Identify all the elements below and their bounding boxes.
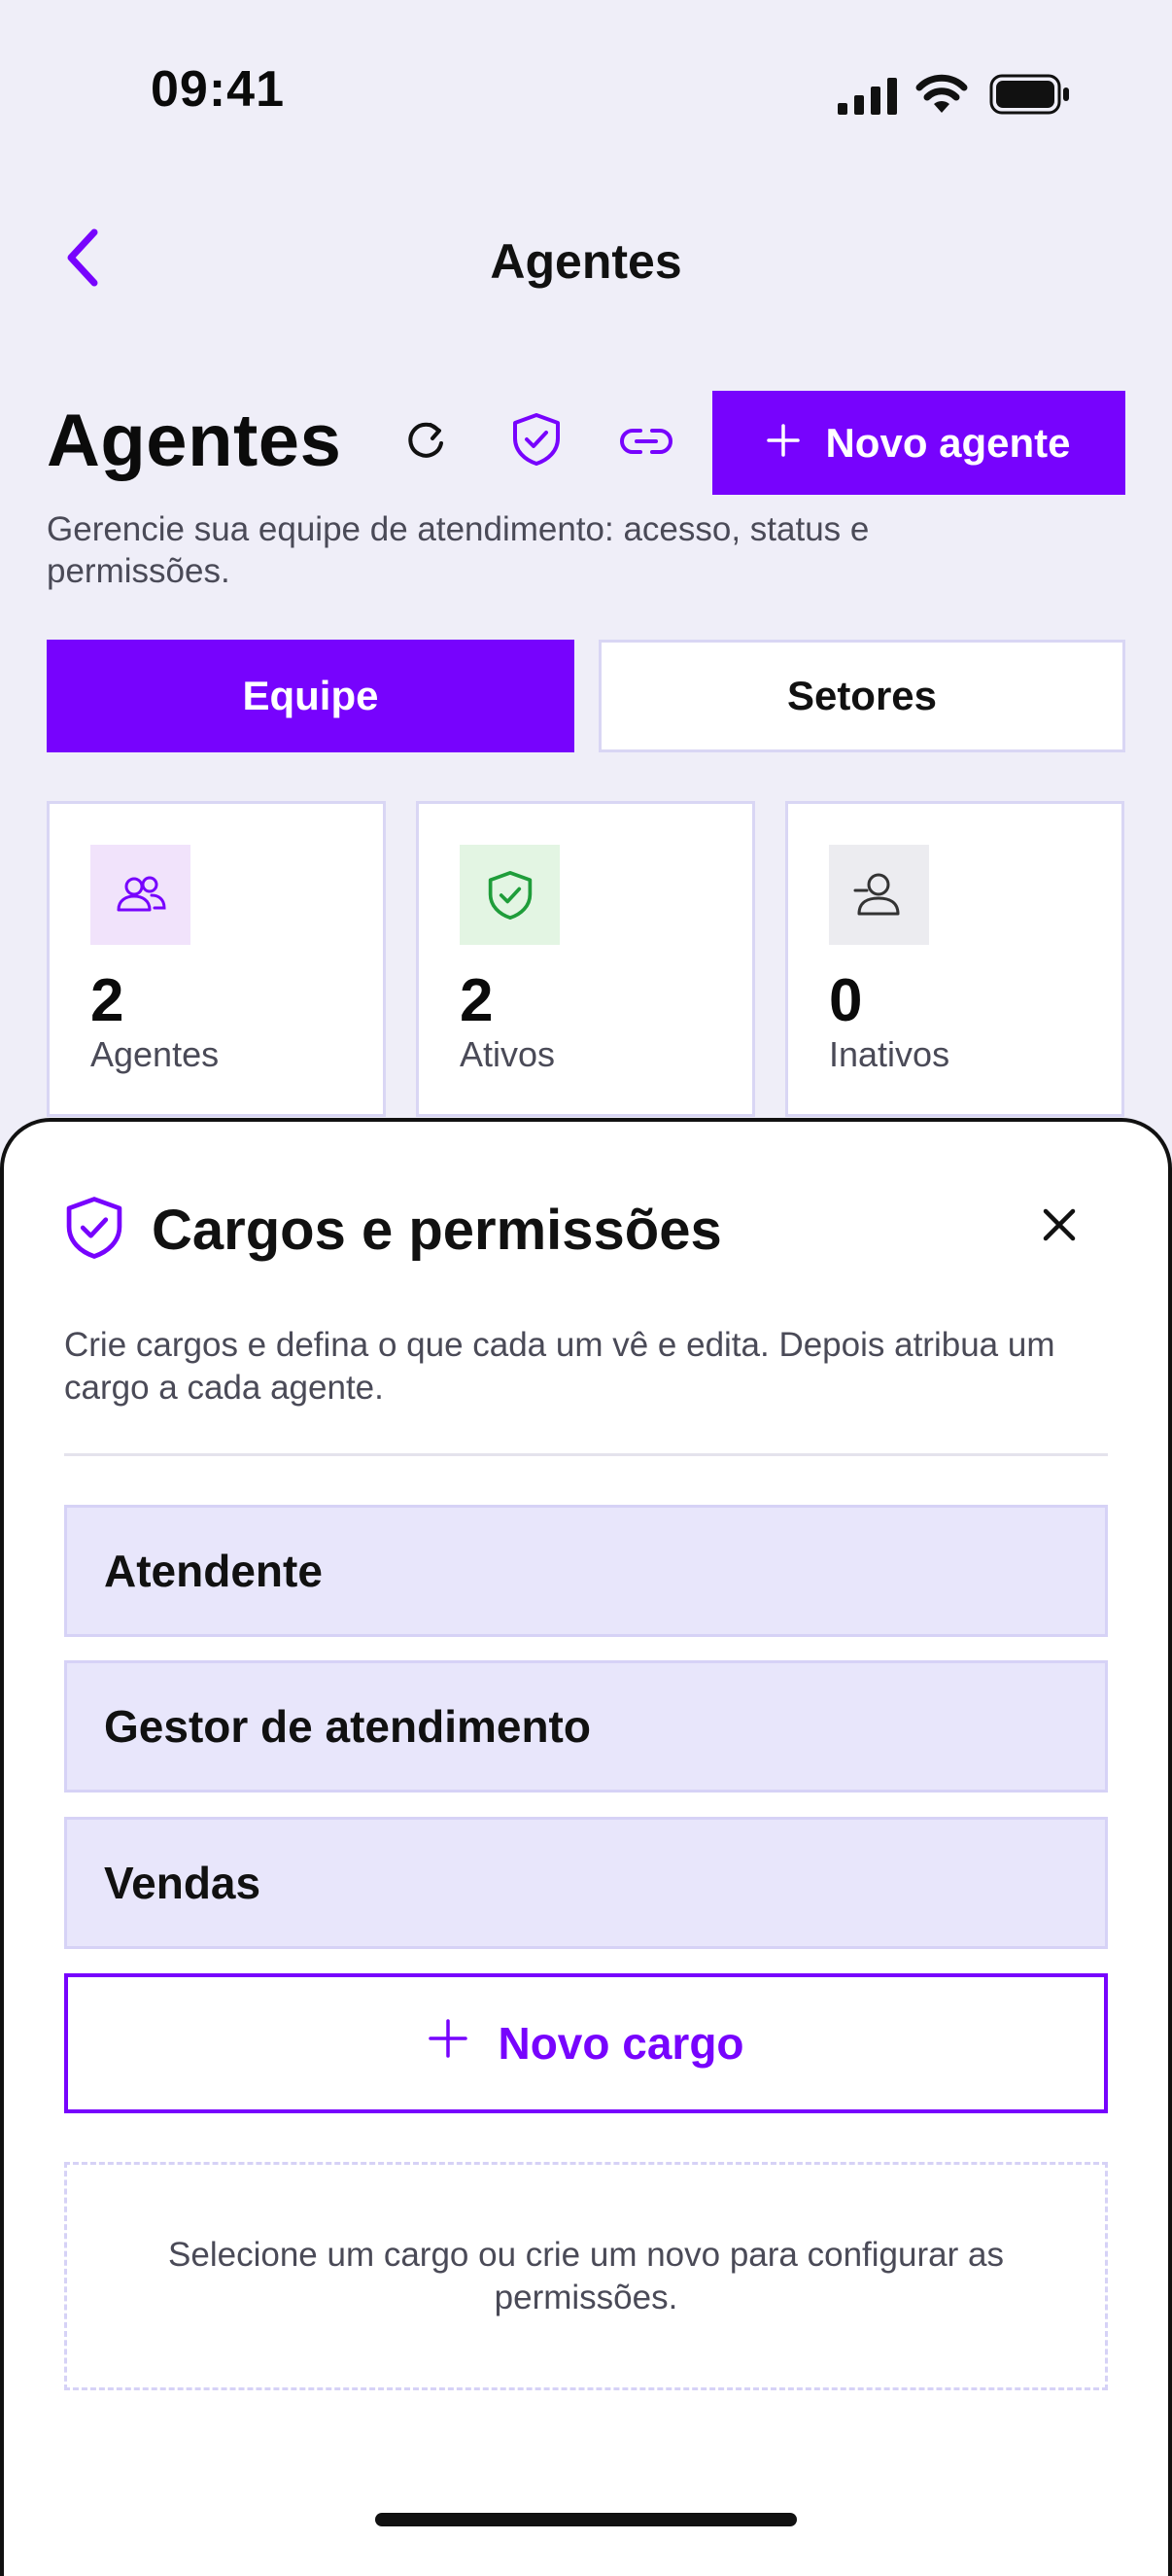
- home-indicator: [375, 2513, 797, 2526]
- shield-check-icon: [460, 845, 560, 945]
- new-role-label: Novo cargo: [498, 2018, 744, 2069]
- role-item-gestor[interactable]: Gestor de atendimento: [64, 1660, 1108, 1793]
- new-agent-button[interactable]: Novo agente: [712, 391, 1125, 495]
- refresh-icon: [401, 417, 450, 470]
- plus-icon: [767, 420, 801, 467]
- wifi-icon: [915, 74, 968, 115]
- users-icon: [90, 845, 190, 945]
- tab-setores[interactable]: Setores: [599, 640, 1125, 752]
- plus-icon: [428, 2017, 468, 2070]
- stat-value: 2: [90, 967, 124, 1034]
- stat-label: Ativos: [460, 1034, 556, 1074]
- empty-state-message: Selecione um cargo ou crie um novo para …: [64, 2162, 1108, 2390]
- shield-check-icon: [510, 412, 563, 471]
- new-agent-label: Novo agente: [825, 419, 1071, 466]
- role-item-vendas[interactable]: Vendas: [64, 1817, 1108, 1949]
- status-bar-time: 09:41: [151, 61, 285, 118]
- cellular-signal-icon: [838, 78, 898, 115]
- divider: [64, 1453, 1108, 1456]
- close-icon: [1042, 1207, 1077, 1247]
- invite-link-button[interactable]: [607, 404, 685, 482]
- stat-card-ativos: 2 Ativos: [416, 801, 755, 1117]
- stat-card-agentes: 2 Agentes: [47, 801, 386, 1117]
- stat-label: Agentes: [90, 1034, 220, 1074]
- refresh-button[interactable]: [387, 404, 465, 482]
- shield-check-icon: [63, 1196, 131, 1264]
- battery-icon: [989, 74, 1071, 115]
- page-title: Agentes: [47, 400, 342, 482]
- sheet-title: Cargos e permissões: [152, 1199, 722, 1262]
- new-role-button[interactable]: Novo cargo: [64, 1973, 1108, 2113]
- stat-label: Inativos: [829, 1034, 950, 1074]
- page-subtitle: Gerencie sua equipe de atendimento: aces…: [47, 510, 870, 590]
- stat-card-inativos: 0 Inativos: [785, 801, 1124, 1117]
- sheet-description: Crie cargos e defina o que cada um vê e …: [64, 1326, 1055, 1407]
- role-item-atendente[interactable]: Atendente: [64, 1505, 1108, 1637]
- nav-title: Agentes: [490, 234, 682, 289]
- user-minus-icon: [829, 845, 929, 945]
- stat-value: 2: [460, 967, 494, 1034]
- permissions-button[interactable]: [498, 402, 575, 480]
- close-button[interactable]: [1030, 1198, 1088, 1256]
- tab-equipe[interactable]: Equipe: [47, 640, 574, 752]
- link-icon: [619, 424, 673, 464]
- stat-value: 0: [829, 967, 863, 1034]
